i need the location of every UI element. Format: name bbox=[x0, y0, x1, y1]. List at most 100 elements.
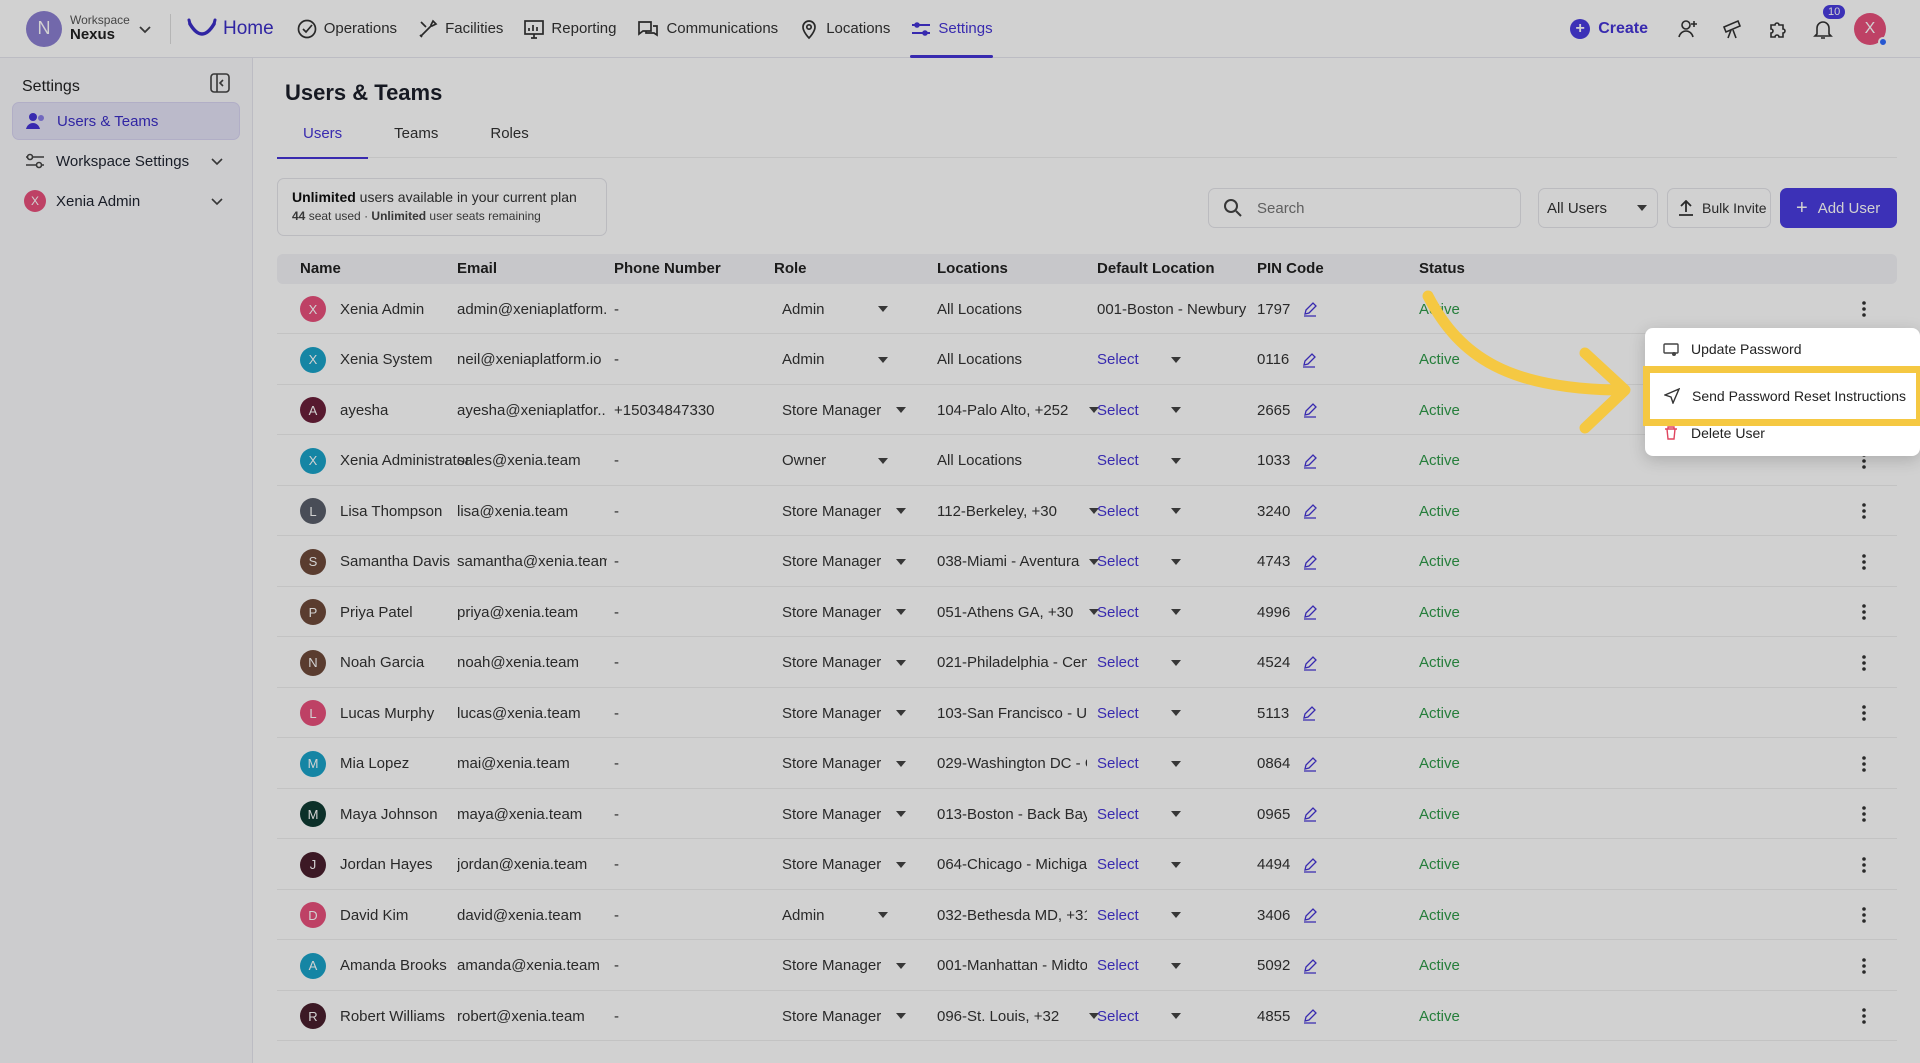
create-button[interactable]: + Create bbox=[1570, 19, 1648, 39]
role-select[interactable]: Store Manager bbox=[782, 941, 906, 991]
user-name[interactable]: Xenia System bbox=[340, 351, 433, 368]
table-row[interactable]: A Amanda Brooks amanda@xenia.team - Store Ma… bbox=[277, 941, 1897, 991]
edit-pencil-icon[interactable] bbox=[1302, 503, 1318, 519]
nav-communications[interactable]: Communications bbox=[636, 0, 778, 58]
workspace-switcher[interactable]: N Workspace Nexus bbox=[26, 10, 160, 47]
nav-locations[interactable]: Locations bbox=[798, 0, 890, 58]
table-row[interactable]: L Lucas Murphy lucas@xenia.team - Store Mana… bbox=[277, 688, 1897, 738]
more-options-icon[interactable] bbox=[1854, 1006, 1874, 1026]
role-select[interactable]: Store Manager bbox=[782, 638, 906, 688]
edit-pencil-icon[interactable] bbox=[1302, 756, 1318, 772]
role-select[interactable]: Admin bbox=[782, 335, 888, 385]
more-options-icon[interactable] bbox=[1854, 501, 1874, 521]
edit-pencil-icon[interactable] bbox=[1302, 655, 1318, 671]
edit-pencil-icon[interactable] bbox=[1302, 301, 1318, 317]
more-options-icon[interactable] bbox=[1854, 653, 1874, 673]
role-select[interactable]: Owner bbox=[782, 436, 888, 486]
tab-users[interactable]: Users bbox=[277, 120, 369, 159]
table-row[interactable]: X Xenia Admin admin@xeniaplatform... - Admin… bbox=[277, 284, 1897, 334]
more-options-icon[interactable] bbox=[1854, 754, 1874, 774]
table-row[interactable]: P Priya Patel priya@xenia.team - Store Manag… bbox=[277, 587, 1897, 637]
user-name[interactable]: Robert Williams bbox=[340, 1008, 445, 1025]
table-row[interactable]: R Robert Williams robert@xenia.team - Store … bbox=[277, 991, 1897, 1041]
locations-cell[interactable]: 112-Berkeley, +30 bbox=[937, 486, 1099, 536]
user-name[interactable]: Maya Johnson bbox=[340, 806, 438, 823]
default-location-select[interactable]: Select bbox=[1097, 335, 1181, 385]
edit-pencil-icon[interactable] bbox=[1302, 958, 1318, 974]
bulk-invite-button[interactable]: Bulk Invite bbox=[1667, 188, 1771, 228]
col-name[interactable]: Name bbox=[300, 260, 341, 277]
table-row[interactable]: J Jordan Hayes jordan@xenia.team - Store Man… bbox=[277, 840, 1897, 890]
user-name[interactable]: Lucas Murphy bbox=[340, 705, 434, 722]
edit-pencil-icon[interactable] bbox=[1301, 705, 1317, 721]
edit-pencil-icon[interactable] bbox=[1301, 352, 1317, 368]
col-locations[interactable]: Locations bbox=[937, 260, 1008, 277]
locations-cell[interactable]: 096-St. Louis, +32 bbox=[937, 991, 1099, 1041]
default-location-select[interactable]: Select bbox=[1097, 587, 1181, 637]
menu-item-update-password[interactable]: Update Password bbox=[1645, 332, 1920, 366]
search-input[interactable] bbox=[1257, 199, 1487, 217]
user-name[interactable]: Lisa Thompson bbox=[340, 503, 442, 520]
locations-cell[interactable]: 104-Palo Alto, +252 bbox=[937, 385, 1099, 435]
more-options-icon[interactable] bbox=[1854, 299, 1874, 319]
more-options-icon[interactable] bbox=[1854, 956, 1874, 976]
more-options-icon[interactable] bbox=[1854, 602, 1874, 622]
puzzle-icon[interactable] bbox=[1764, 15, 1792, 43]
user-name[interactable]: Samantha Davis bbox=[340, 553, 450, 570]
col-default-location[interactable]: Default Location bbox=[1097, 260, 1215, 277]
more-options-icon[interactable] bbox=[1854, 905, 1874, 925]
user-name[interactable]: Jordan Hayes bbox=[340, 856, 433, 873]
more-options-icon[interactable] bbox=[1854, 855, 1874, 875]
table-row[interactable]: M Maya Johnson maya@xenia.team - Store Manag… bbox=[277, 789, 1897, 839]
more-options-icon[interactable] bbox=[1854, 804, 1874, 824]
col-email[interactable]: Email bbox=[457, 260, 497, 277]
collapse-sidebar-icon[interactable] bbox=[208, 71, 232, 95]
col-phone[interactable]: Phone Number bbox=[614, 260, 721, 277]
role-select[interactable]: Admin bbox=[782, 890, 888, 940]
role-select[interactable]: Admin bbox=[782, 284, 888, 334]
sidebar-item-users-teams[interactable]: Users & Teams bbox=[12, 102, 240, 140]
user-name[interactable]: Xenia Admin bbox=[340, 301, 424, 318]
edit-pencil-icon[interactable] bbox=[1302, 402, 1318, 418]
col-pin-code[interactable]: PIN Code bbox=[1257, 260, 1324, 277]
bell-icon[interactable]: 10 bbox=[1809, 5, 1846, 43]
role-select[interactable]: Store Manager bbox=[782, 587, 906, 637]
default-location-select[interactable]: Select bbox=[1097, 486, 1181, 536]
table-row[interactable]: D David Kim david@xenia.team - Admin 032-Beth… bbox=[277, 890, 1897, 940]
nav-operations[interactable]: Operations bbox=[296, 0, 397, 58]
user-name[interactable]: ayesha bbox=[340, 402, 388, 419]
default-location-select[interactable]: Select bbox=[1097, 385, 1181, 435]
edit-pencil-icon[interactable] bbox=[1302, 554, 1318, 570]
role-select[interactable]: Store Manager bbox=[782, 537, 906, 587]
col-status[interactable]: Status bbox=[1419, 260, 1465, 277]
tab-teams[interactable]: Teams bbox=[368, 120, 464, 158]
sidebar-item-workspace-settings[interactable]: Workspace Settings bbox=[12, 142, 240, 180]
table-row[interactable]: L Lisa Thompson lisa@xenia.team - Store Mana… bbox=[277, 486, 1897, 536]
edit-pencil-icon[interactable] bbox=[1302, 857, 1318, 873]
user-name[interactable]: Mia Lopez bbox=[340, 755, 409, 772]
role-select[interactable]: Store Manager bbox=[782, 991, 906, 1041]
user-name[interactable]: Amanda Brooks bbox=[340, 957, 447, 974]
default-location-select[interactable]: Select bbox=[1097, 890, 1181, 940]
default-location-select[interactable]: Select bbox=[1097, 739, 1181, 789]
locations-cell[interactable]: 051-Athens GA, +30 bbox=[937, 587, 1099, 637]
default-location-select[interactable]: Select bbox=[1097, 789, 1181, 839]
role-select[interactable]: Store Manager bbox=[782, 840, 906, 890]
default-location-select[interactable]: Select bbox=[1097, 537, 1181, 587]
user-filter-select[interactable]: All Users bbox=[1538, 188, 1658, 228]
role-select[interactable]: Store Manager bbox=[782, 789, 906, 839]
more-options-icon[interactable] bbox=[1854, 703, 1874, 723]
default-location-select[interactable]: 001-Boston - Newbury Stre bbox=[1097, 284, 1247, 334]
tab-roles[interactable]: Roles bbox=[464, 120, 554, 158]
role-select[interactable]: Store Manager bbox=[782, 688, 906, 738]
edit-pencil-icon[interactable] bbox=[1302, 907, 1318, 923]
locations-cell[interactable]: 038-Miami - Aventura bbox=[937, 537, 1099, 587]
user-avatar[interactable]: X bbox=[1854, 13, 1888, 47]
default-location-select[interactable]: Select bbox=[1097, 840, 1181, 890]
default-location-select[interactable]: Select bbox=[1097, 941, 1181, 991]
edit-pencil-icon[interactable] bbox=[1302, 1008, 1318, 1024]
more-options-icon[interactable] bbox=[1854, 552, 1874, 572]
table-row[interactable]: N Noah Garcia noah@xenia.team - Store Manage… bbox=[277, 638, 1897, 688]
role-select[interactable]: Store Manager bbox=[782, 739, 906, 789]
user-name[interactable]: Noah Garcia bbox=[340, 654, 424, 671]
